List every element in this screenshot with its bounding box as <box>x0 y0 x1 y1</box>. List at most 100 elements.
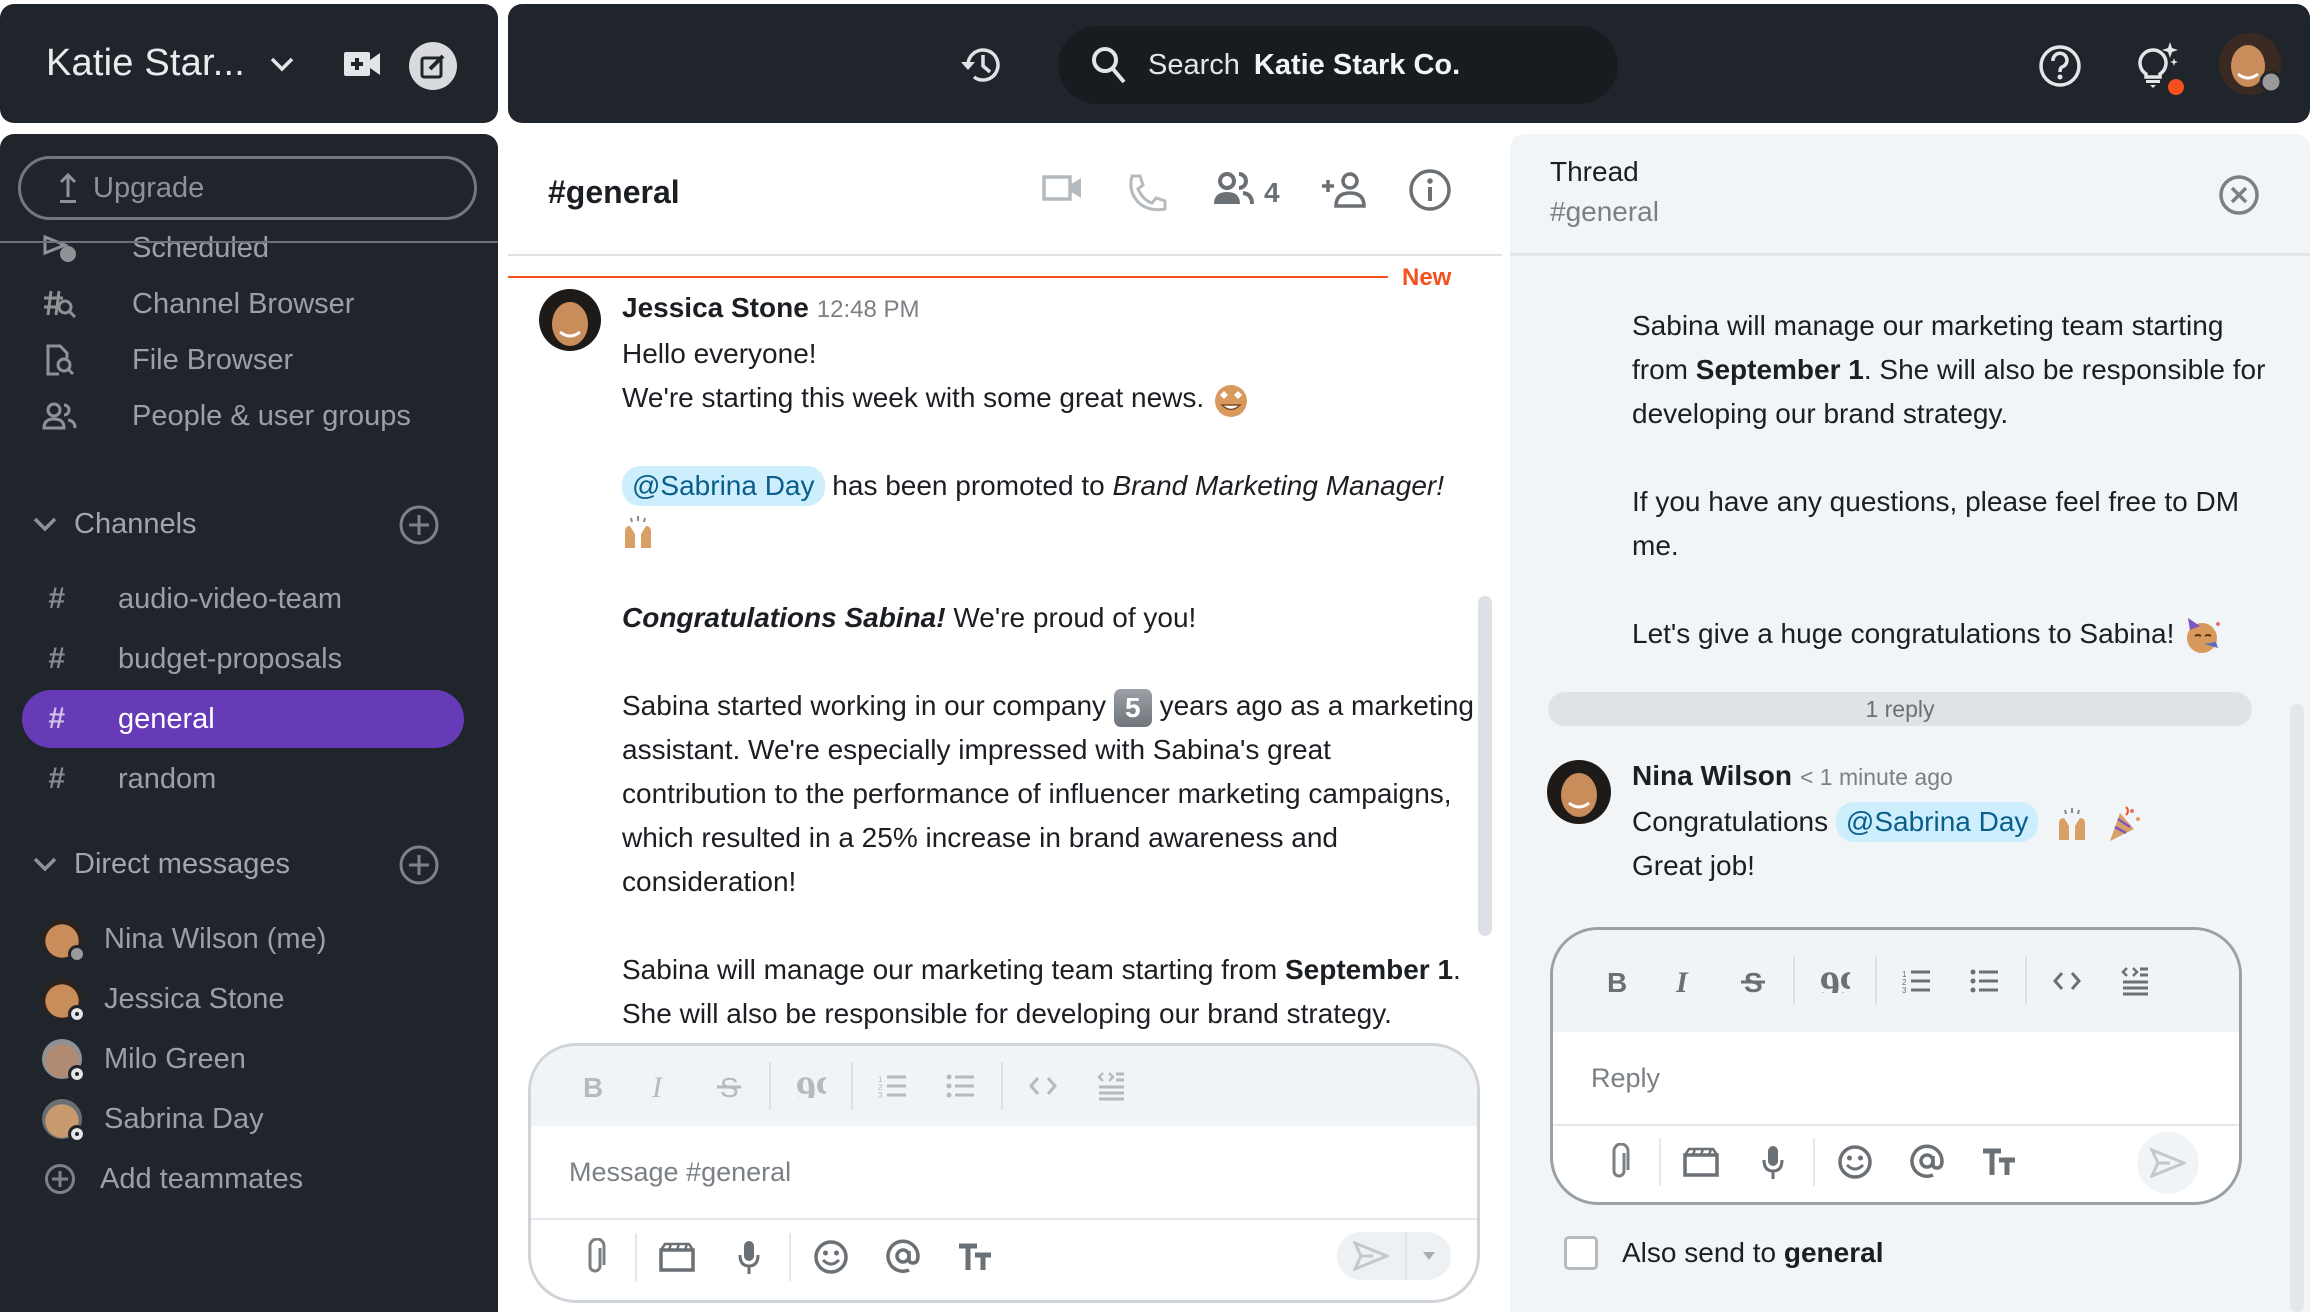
chevron-down-icon[interactable] <box>32 516 58 532</box>
emoji-icon[interactable] <box>795 1239 867 1275</box>
avatar[interactable] <box>538 288 602 352</box>
reply-author[interactable]: Nina Wilson < 1 minute ago <box>1632 760 1953 792</box>
chevron-down-icon[interactable] <box>269 56 295 72</box>
reply-composer: B I S 99 123 Reply <box>1550 927 2242 1205</box>
strikethrough-icon[interactable]: S <box>1719 967 1787 995</box>
message-input[interactable]: Message #general <box>531 1126 1477 1220</box>
workspace-name[interactable]: Katie Star... <box>46 42 245 85</box>
code-icon[interactable] <box>1009 1074 1077 1098</box>
channel-title: #general <box>548 174 680 210</box>
upgrade-label: Upgrade <box>93 171 205 204</box>
microphone-icon[interactable] <box>713 1239 785 1275</box>
mention-icon[interactable] <box>1891 1144 1963 1180</box>
scrollbar[interactable] <box>2290 704 2304 1312</box>
reply-input[interactable]: Reply <box>1553 1032 2239 1126</box>
send-options-icon[interactable] <box>1407 1251 1451 1261</box>
chevron-down-icon[interactable] <box>32 856 58 872</box>
divider <box>635 1233 637 1281</box>
numbered-list-icon[interactable]: 123 <box>859 1074 927 1098</box>
divider <box>1001 1062 1003 1110</box>
channel-random[interactable]: # random <box>22 750 464 808</box>
members-icon[interactable] <box>1212 172 1256 206</box>
send-icon[interactable] <box>1337 1241 1405 1271</box>
code-icon[interactable] <box>2033 969 2101 993</box>
mention-icon[interactable] <box>867 1239 939 1275</box>
close-icon[interactable] <box>2218 174 2260 216</box>
message-line: We're starting this week with some great… <box>622 376 1482 420</box>
attach-icon[interactable] <box>559 1238 631 1276</box>
info-icon[interactable] <box>1408 168 1452 212</box>
reply-body: Congratulations @Sabrina Day Great job! <box>1632 800 2142 888</box>
add-dm-icon[interactable] <box>398 844 440 886</box>
dm-nina-wilson[interactable]: Nina Wilson (me) <box>0 911 498 967</box>
code-block-icon[interactable] <box>2101 966 2169 996</box>
sidebar-item-channel-browser[interactable]: Channel Browser <box>0 276 498 332</box>
channel-audio-video-team[interactable]: # audio-video-team <box>22 570 464 628</box>
add-channel-icon[interactable] <box>398 504 440 546</box>
top-bar: Search Katie Stark Co. <box>508 4 2310 123</box>
thread-message-body: Sabina will manage our marketing team st… <box>1632 304 2272 656</box>
message-composer: B I S 99 123 Message #general <box>528 1043 1480 1303</box>
quote-icon[interactable]: 99 <box>777 1074 845 1098</box>
bold-icon[interactable]: B <box>559 1072 627 1100</box>
member-count[interactable]: 4 <box>1264 177 1280 209</box>
reply-count[interactable]: 1 reply <box>1548 692 2252 726</box>
dm-jessica-stone[interactable]: Jessica Stone <box>0 971 498 1027</box>
dm-sabrina-day[interactable]: Sabrina Day <box>0 1091 498 1147</box>
scrollbar[interactable] <box>1478 596 1492 936</box>
dm-section-header[interactable]: Direct messages <box>0 836 498 892</box>
user-avatar[interactable] <box>2218 32 2282 96</box>
bulleted-list-icon[interactable] <box>927 1074 995 1098</box>
sidebar-item-file-browser[interactable]: File Browser <box>0 332 498 388</box>
numbered-list-icon[interactable]: 123 <box>1883 969 1951 993</box>
also-send-checkbox[interactable] <box>1564 1236 1598 1270</box>
quote-icon[interactable]: 99 <box>1801 969 1869 993</box>
microphone-icon[interactable] <box>1737 1144 1809 1180</box>
strikethrough-icon[interactable]: S <box>695 1072 763 1100</box>
send-icon[interactable] <box>2137 1132 2199 1194</box>
divider <box>1875 957 1877 1005</box>
svg-text:B: B <box>583 1072 603 1100</box>
mention-sabrina-day[interactable]: @Sabrina Day <box>1835 802 2039 842</box>
message-line: Great job! <box>1632 850 1755 881</box>
emoji-icon[interactable] <box>1819 1144 1891 1180</box>
italic-icon[interactable]: I <box>1651 967 1719 995</box>
attach-icon[interactable] <box>1583 1143 1655 1181</box>
dm-milo-green[interactable]: Milo Green <box>0 1031 498 1087</box>
hash-icon: # <box>48 642 65 675</box>
mention-sabrina-day[interactable]: @Sabrina Day <box>622 466 825 506</box>
video-clip-icon[interactable] <box>641 1242 713 1272</box>
video-add-icon[interactable] <box>342 50 382 78</box>
bold-icon[interactable]: B <box>1583 967 1651 995</box>
message-author[interactable]: Jessica Stone 12:48 PM <box>622 292 920 324</box>
search-scope: Katie Stark Co. <box>1253 48 1461 81</box>
avatar <box>42 1039 86 1083</box>
add-teammates-button[interactable]: Add teammates <box>0 1151 498 1207</box>
avatar[interactable] <box>1546 759 1612 825</box>
avatar <box>42 919 86 963</box>
search-input[interactable]: Search Katie Stark Co. <box>1058 26 1618 104</box>
channel-budget-proposals[interactable]: # budget-proposals <box>22 630 464 688</box>
also-send-option[interactable]: Also send to general <box>1564 1236 1883 1270</box>
new-messages-divider <box>508 276 1388 278</box>
italic-icon[interactable]: I <box>627 1072 695 1100</box>
video-clip-icon[interactable] <box>1665 1147 1737 1177</box>
raising-hands-emoji-icon <box>622 514 654 550</box>
text-format-icon[interactable] <box>939 1242 1011 1272</box>
bulleted-list-icon[interactable] <box>1951 969 2019 993</box>
sidebar-item-people[interactable]: People & user groups <box>0 388 498 444</box>
thread-channel[interactable]: #general <box>1550 196 1659 228</box>
add-member-icon[interactable] <box>1320 172 1368 208</box>
video-call-icon[interactable] <box>1042 172 1084 204</box>
phone-icon[interactable] <box>1126 172 1168 214</box>
sidebar-item-scheduled[interactable]: Scheduled <box>0 220 498 276</box>
compose-icon[interactable] <box>409 42 457 90</box>
channel-general[interactable]: # general <box>22 690 464 748</box>
hash-icon: # <box>48 702 65 735</box>
history-icon[interactable] <box>958 44 1004 86</box>
code-block-icon[interactable] <box>1077 1071 1145 1101</box>
text-format-icon[interactable] <box>1963 1147 2035 1177</box>
help-icon[interactable] <box>2038 44 2082 88</box>
channels-section-header[interactable]: Channels <box>0 496 498 552</box>
upgrade-button[interactable]: Upgrade <box>18 156 477 220</box>
